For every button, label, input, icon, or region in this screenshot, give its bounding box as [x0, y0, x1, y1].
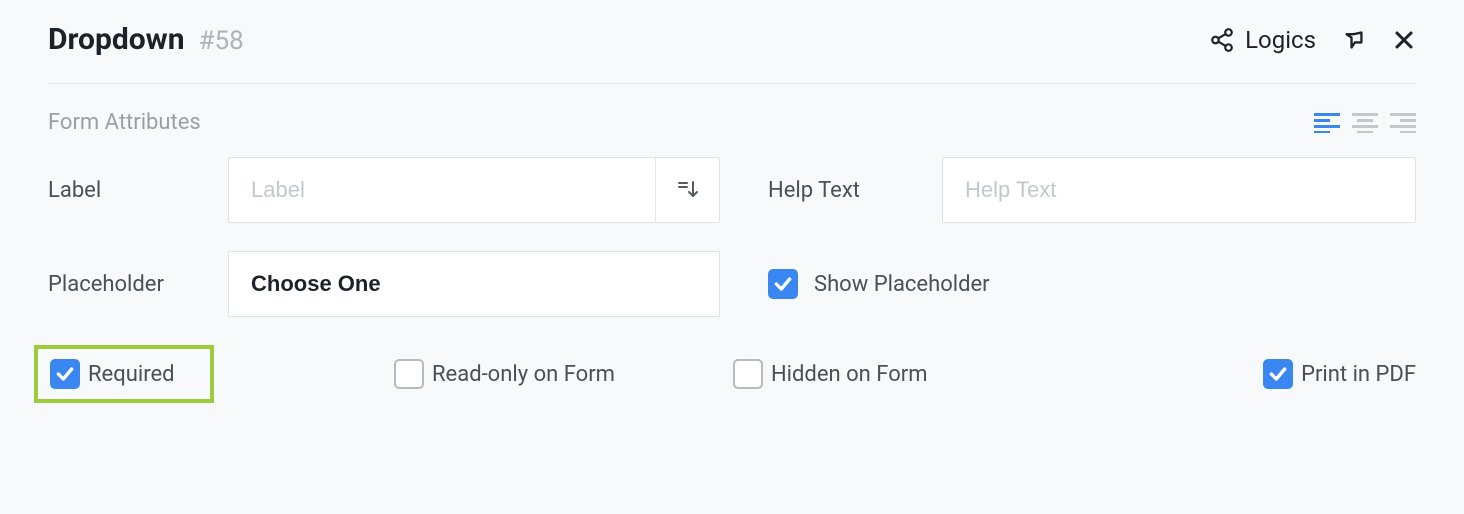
- close-icon[interactable]: [1392, 28, 1416, 52]
- form-attributes-panel: Dropdown #58 Logics: [0, 0, 1464, 419]
- panel-header: Dropdown #58 Logics: [48, 22, 1416, 57]
- required-label: Required: [88, 362, 175, 387]
- show-placeholder-col: Show Placeholder: [768, 269, 1416, 299]
- label-input-wrap: [228, 157, 720, 223]
- align-left-icon[interactable]: [1314, 113, 1340, 133]
- placeholder-col: Placeholder: [48, 251, 720, 317]
- show-placeholder-checkbox[interactable]: [768, 269, 798, 299]
- readonly-label: Read-only on Form: [432, 362, 615, 387]
- placeholder-input[interactable]: [229, 252, 719, 316]
- printpdf-option: Print in PDF: [1263, 359, 1416, 389]
- divider: [48, 83, 1416, 84]
- required-option-highlight: Required: [34, 345, 214, 403]
- alignment-group: [1314, 113, 1416, 133]
- pin-icon[interactable]: [1340, 26, 1368, 54]
- readonly-checkbox[interactable]: [394, 359, 424, 389]
- header-actions: Logics: [1209, 26, 1416, 54]
- logics-button[interactable]: Logics: [1209, 26, 1316, 54]
- hidden-checkbox[interactable]: [733, 359, 763, 389]
- label-field-label: Label: [48, 178, 228, 203]
- hidden-option: Hidden on Form: [733, 359, 928, 389]
- options-row: Required Read-only on Form Hidden on For…: [48, 345, 1416, 409]
- panel-title: Dropdown: [48, 22, 185, 57]
- helptext-field-label: Help Text: [768, 178, 942, 203]
- placeholder-field-label: Placeholder: [48, 272, 228, 297]
- label-col: Label: [48, 157, 720, 223]
- printpdf-checkbox[interactable]: [1263, 359, 1293, 389]
- placeholder-input-wrap: [228, 251, 720, 317]
- align-center-icon[interactable]: [1352, 113, 1378, 133]
- helptext-input[interactable]: [943, 158, 1415, 222]
- required-checkbox[interactable]: [50, 359, 80, 389]
- section-header: Form Attributes: [48, 110, 1416, 135]
- share-icon: [1209, 27, 1235, 53]
- printpdf-label: Print in PDF: [1301, 362, 1416, 387]
- logics-label: Logics: [1245, 26, 1316, 54]
- label-input-addon-icon[interactable]: [655, 158, 719, 222]
- helptext-col: Help Text: [768, 157, 1416, 223]
- title-group: Dropdown #58: [48, 22, 244, 57]
- row-placeholder: Placeholder Show Placeholder: [48, 251, 1416, 317]
- helptext-input-wrap: [942, 157, 1416, 223]
- row-label-helptext: Label Help Text: [48, 157, 1416, 223]
- hidden-label: Hidden on Form: [771, 362, 928, 387]
- label-input[interactable]: [229, 158, 655, 222]
- show-placeholder-label: Show Placeholder: [814, 272, 990, 297]
- show-placeholder-checkbox-row: Show Placeholder: [768, 269, 990, 299]
- section-title: Form Attributes: [48, 110, 201, 135]
- readonly-option: Read-only on Form: [394, 359, 615, 389]
- align-right-icon[interactable]: [1390, 113, 1416, 133]
- panel-id: #58: [199, 26, 244, 56]
